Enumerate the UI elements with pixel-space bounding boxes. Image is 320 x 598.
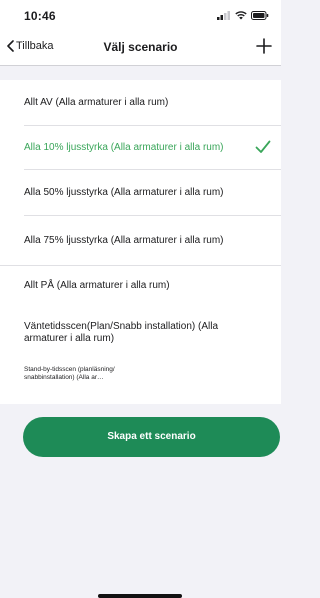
scenario-label: Alla 10% ljusstyrka (Alla armaturer i al… <box>24 141 224 153</box>
scenario-item-all-50[interactable]: Alla 50% ljusstyrka (Alla armaturer i al… <box>0 170 281 216</box>
plus-icon <box>256 38 272 54</box>
scenario-item-all-75[interactable]: Alla 75% ljusstyrka (Alla armaturer i al… <box>0 216 281 266</box>
cellular-signal-icon <box>217 11 230 20</box>
scenario-item-standby[interactable]: Stand-by-tidsscen (planläsning/ snabbins… <box>0 360 281 404</box>
screen: 10:46 Tillbaka Välj scenario Allt AV (Al… <box>0 0 281 598</box>
status-bar: 10:46 <box>0 0 281 30</box>
create-scenario-button[interactable]: Skapa ett scenario <box>23 417 280 457</box>
scenario-label: Alla 50% ljusstyrka (Alla armaturer i al… <box>24 186 224 198</box>
scenario-label: Alla 75% ljusstyrka (Alla armaturer i al… <box>24 234 224 246</box>
checkmark-icon <box>255 140 271 153</box>
nav-bar: Tillbaka Välj scenario <box>0 30 281 66</box>
scenario-item-all-10[interactable]: Alla 10% ljusstyrka (Alla armaturer i al… <box>0 126 281 170</box>
battery-icon <box>251 11 269 20</box>
home-indicator <box>98 594 182 598</box>
scenario-label: Stand-by-tidsscen (planläsning/ snabbins… <box>24 366 115 381</box>
status-time: 10:46 <box>24 9 56 23</box>
scenario-label: Väntetidsscen(Plan/Snabb installation) (… <box>24 320 218 345</box>
scenario-label: Allt PÅ (Alla armaturer i alla rum) <box>24 279 170 291</box>
wifi-icon <box>235 11 247 20</box>
page-title: Välj scenario <box>103 40 178 54</box>
scenario-list: Allt AV (Alla armaturer i alla rum) Alla… <box>0 80 281 404</box>
scenario-label: Allt AV (Alla armaturer i alla rum) <box>24 96 169 108</box>
scenario-item-wait-time[interactable]: Väntetidsscen(Plan/Snabb installation) (… <box>0 306 281 360</box>
add-scenario-button[interactable] <box>256 38 272 59</box>
scenario-item-all-off[interactable]: Allt AV (Alla armaturer i alla rum) <box>0 80 281 126</box>
status-icons <box>217 11 269 20</box>
scenario-item-all-on[interactable]: Allt PÅ (Alla armaturer i alla rum) <box>0 266 281 306</box>
